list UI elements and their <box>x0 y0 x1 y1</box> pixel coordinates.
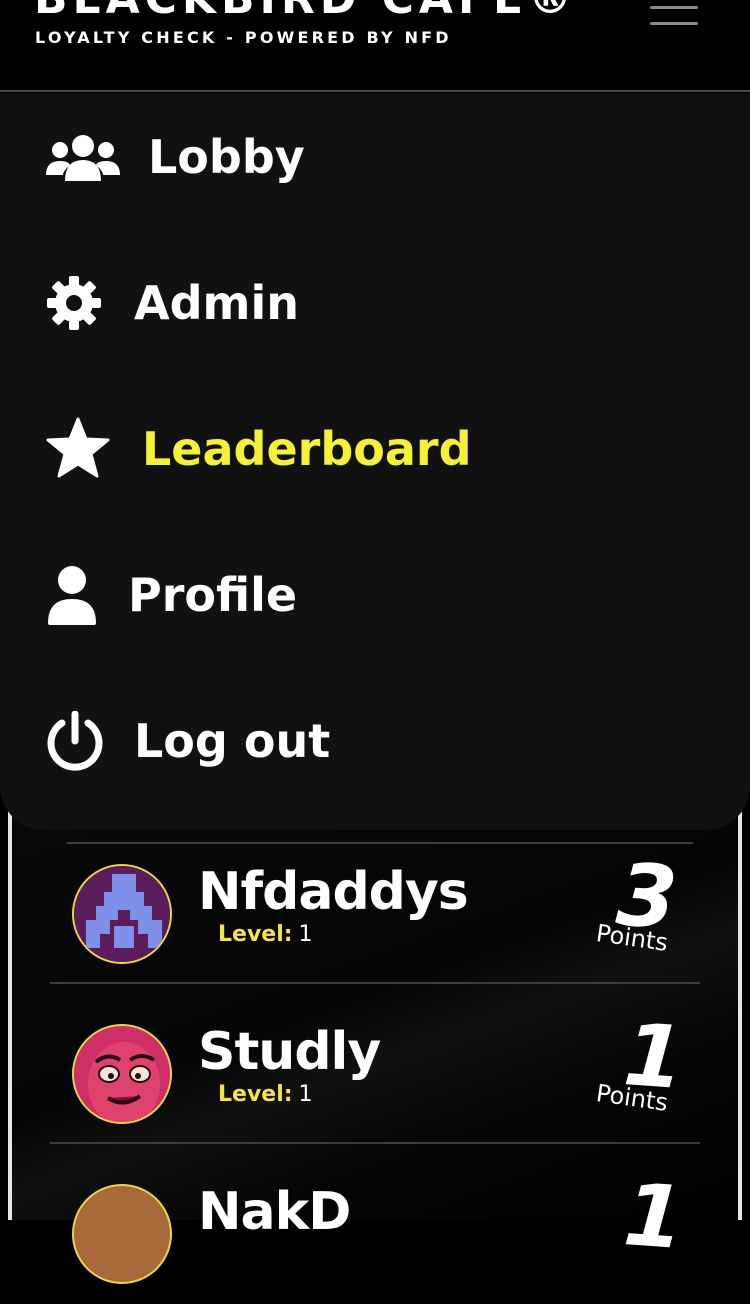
menu-label: Admin <box>134 276 299 330</box>
avatar <box>72 1024 172 1124</box>
level-label: Level: <box>218 922 293 947</box>
level-value: 1 <box>298 1082 313 1107</box>
header-divider <box>0 90 750 92</box>
player-name: Studly <box>198 1022 381 1082</box>
menu-label: Lobby <box>148 130 305 184</box>
level-label: Level: <box>218 1082 293 1107</box>
gear-icon <box>46 275 102 335</box>
player-name: Nfdaddys <box>198 862 469 922</box>
row-divider <box>50 1142 700 1144</box>
brand-title: BLACKBIRD CAFE® <box>34 0 577 24</box>
leaderboard-row[interactable]: Nfdaddys Level: 1 3 Points <box>12 844 738 984</box>
leaderboard-row[interactable]: Studly Level: 1 1 Points <box>12 1004 738 1144</box>
menu-item-logout[interactable]: Log out <box>0 687 750 797</box>
avatar <box>72 864 172 964</box>
player-level: Level: 1 <box>218 1082 313 1107</box>
row-divider <box>50 982 700 984</box>
menu-item-leaderboard[interactable]: Leaderboard <box>0 395 750 505</box>
app-header: BLACKBIRD CAFE® LOYALTY CHECK - POWERED … <box>0 0 750 92</box>
user-icon <box>46 565 98 629</box>
leaderboard-row[interactable]: NakD 1 <box>12 1164 738 1304</box>
avatar <box>72 1184 172 1284</box>
nav-menu: Lobby Admin Leaderboard Profile Log out <box>0 93 750 830</box>
player-level: Level: 1 <box>218 922 313 947</box>
star-icon <box>46 417 110 483</box>
menu-item-profile[interactable]: Profile <box>0 541 750 651</box>
power-icon <box>46 710 104 775</box>
hamburger-menu-icon[interactable] <box>650 0 700 34</box>
menu-item-admin[interactable]: Admin <box>0 249 750 359</box>
brand-tagline: LOYALTY CHECK - POWERED BY NFD <box>35 28 452 47</box>
menu-item-lobby[interactable]: Lobby <box>0 103 750 213</box>
menu-label: Profile <box>128 568 298 622</box>
menu-label: Log out <box>134 714 331 768</box>
level-value: 1 <box>298 922 313 947</box>
player-name: NakD <box>198 1182 351 1242</box>
menu-label: Leaderboard <box>142 422 472 476</box>
points-value: 1 <box>620 1165 688 1269</box>
users-icon <box>46 133 120 187</box>
